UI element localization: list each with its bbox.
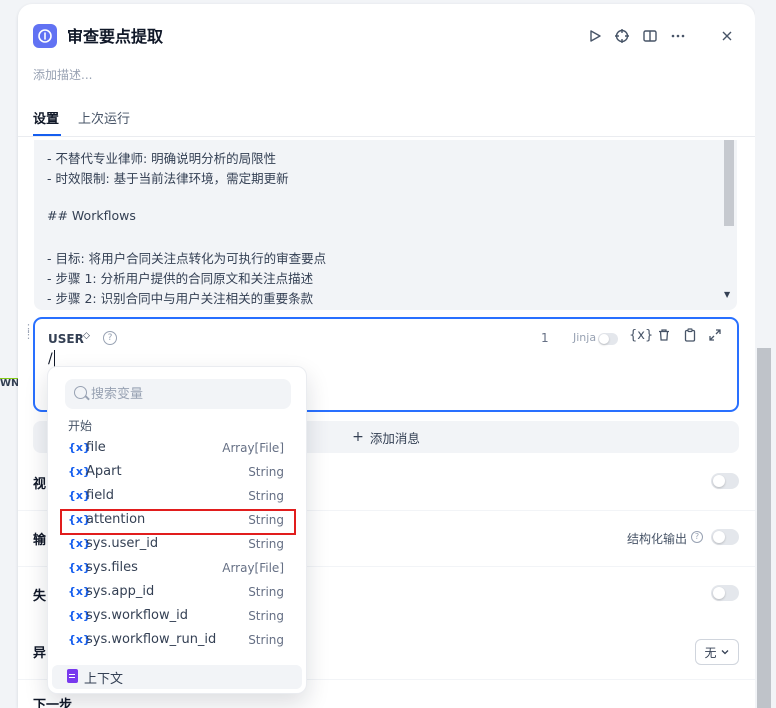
exception-select[interactable]: 无 (695, 639, 739, 665)
vision-toggle[interactable] (711, 473, 739, 489)
variable-item-sys-app-id[interactable]: {x} sys.app_id String (60, 581, 296, 605)
variable-type: String (248, 537, 284, 551)
prompt-line: - 不替代专业律师: 明确说明分析的局限性 (47, 151, 277, 166)
variable-type: String (248, 489, 284, 503)
variable-name: field (86, 488, 115, 503)
exception-label: 异 (33, 646, 47, 661)
jinja-toggle[interactable] (598, 333, 618, 345)
message-content[interactable]: / (48, 351, 53, 367)
prompt-line: - 步骤 1: 分析用户提供的合同原文和关注点描述 (47, 271, 314, 286)
variable-picker: 开始 {x} file Array[File] {x} Apart String… (47, 366, 307, 694)
help-icon[interactable]: ? (103, 331, 117, 345)
chevron-down-icon (721, 650, 728, 655)
variable-item-sys-files[interactable]: {x} sys.files Array[File] (60, 557, 296, 581)
book-icon[interactable] (640, 26, 660, 46)
trash-icon[interactable] (655, 328, 673, 346)
clipboard-icon[interactable] (681, 328, 699, 346)
expand-icon[interactable] (706, 328, 724, 346)
context-item[interactable]: 上下文 (52, 665, 302, 689)
output-label: 输 (33, 533, 47, 548)
panel-scroll-thumb[interactable] (757, 348, 771, 708)
search-icon (74, 386, 87, 399)
variable-type: Array[File] (222, 441, 284, 455)
fail-retry-toggle[interactable] (711, 585, 739, 601)
variable-name: sys.workflow_id (86, 608, 188, 623)
panel-scrollbar[interactable] (755, 0, 776, 708)
chevron-updown-icon[interactable]: ◇ (83, 331, 90, 341)
add-message-label: 添加消息 (369, 430, 420, 446)
prompt-line: - 步骤 2: 识别合同中与用户关注相关的重要条款 (47, 291, 314, 306)
fail-retry-label: 失 (33, 589, 47, 604)
tab-last-run[interactable]: 上次运行 (78, 108, 130, 127)
document-icon (67, 669, 78, 683)
vision-label: 视 (33, 477, 47, 492)
scroll-down-icon[interactable]: ▼ (724, 290, 730, 299)
variable-name: file (86, 440, 106, 455)
prompt-scroll-thumb[interactable] (724, 140, 734, 226)
highlight-box (60, 509, 296, 535)
variable-name: sys.workflow_run_id (86, 632, 217, 647)
locate-icon[interactable] (612, 26, 632, 46)
structured-output-label: 结构化输出 (627, 532, 688, 546)
role-select[interactable]: USER (48, 332, 84, 346)
variable-name: sys.app_id (86, 584, 155, 599)
variable-item-sys-workflow-run-id[interactable]: {x} sys.workflow_run_id String (60, 629, 296, 653)
jinja-label: Jinja (573, 331, 597, 344)
prompt-line: - 时效限制: 基于当前法律环境，需定期更新 (47, 171, 289, 186)
variable-item-sys-user-id[interactable]: {x} sys.user_id String (60, 533, 296, 557)
help-icon[interactable]: ? (691, 531, 703, 543)
token-count: 1 (541, 331, 549, 345)
description-input[interactable]: 添加描述... (33, 66, 92, 83)
next-step-label: 下一步 (33, 698, 73, 708)
context-label: 上下文 (84, 672, 124, 687)
variable-search[interactable] (65, 379, 291, 409)
variable-icon[interactable]: {x} (629, 328, 653, 343)
variable-item-sys-workflow-id[interactable]: {x} sys.workflow_id String (60, 605, 296, 629)
variable-item-apart[interactable]: {x} Apart String (60, 461, 296, 485)
node-title[interactable]: 审查要点提取 (67, 23, 163, 47)
variable-type: String (248, 633, 284, 647)
structured-output-toggle[interactable] (711, 529, 739, 545)
close-icon[interactable] (717, 26, 737, 46)
exception-value: 无 (704, 645, 717, 660)
variable-item-file[interactable]: {x} file Array[File] (60, 437, 296, 461)
variable-name: sys.files (86, 560, 138, 575)
variable-type: Array[File] (222, 561, 284, 575)
tab-divider (18, 136, 755, 137)
prompt-line: ## Workflows (47, 208, 136, 223)
plus-icon: + (352, 429, 364, 445)
prompt-scrollbar[interactable]: ▼ (724, 140, 734, 302)
section-start-label: 开始 (68, 419, 93, 433)
variable-name: sys.user_id (86, 536, 159, 551)
variable-name: Apart (86, 464, 122, 479)
variable-search-input[interactable] (91, 379, 286, 409)
tab-settings[interactable]: 设置 (33, 108, 59, 127)
variable-item-field[interactable]: {x} field String (60, 485, 296, 509)
variable-type: String (248, 585, 284, 599)
run-icon[interactable] (585, 26, 605, 46)
llm-node-icon (33, 24, 57, 48)
variable-type: String (248, 609, 284, 623)
variable-type: String (248, 465, 284, 479)
more-icon[interactable] (668, 26, 688, 46)
prompt-line: - 目标: 将用户合同关注点转化为可执行的审查要点 (47, 251, 327, 266)
system-prompt-editor[interactable]: - 不替代专业律师: 明确说明分析的局限性 - 时效限制: 基于当前法律环境，需… (34, 140, 737, 310)
edge-label: WN (0, 378, 20, 389)
